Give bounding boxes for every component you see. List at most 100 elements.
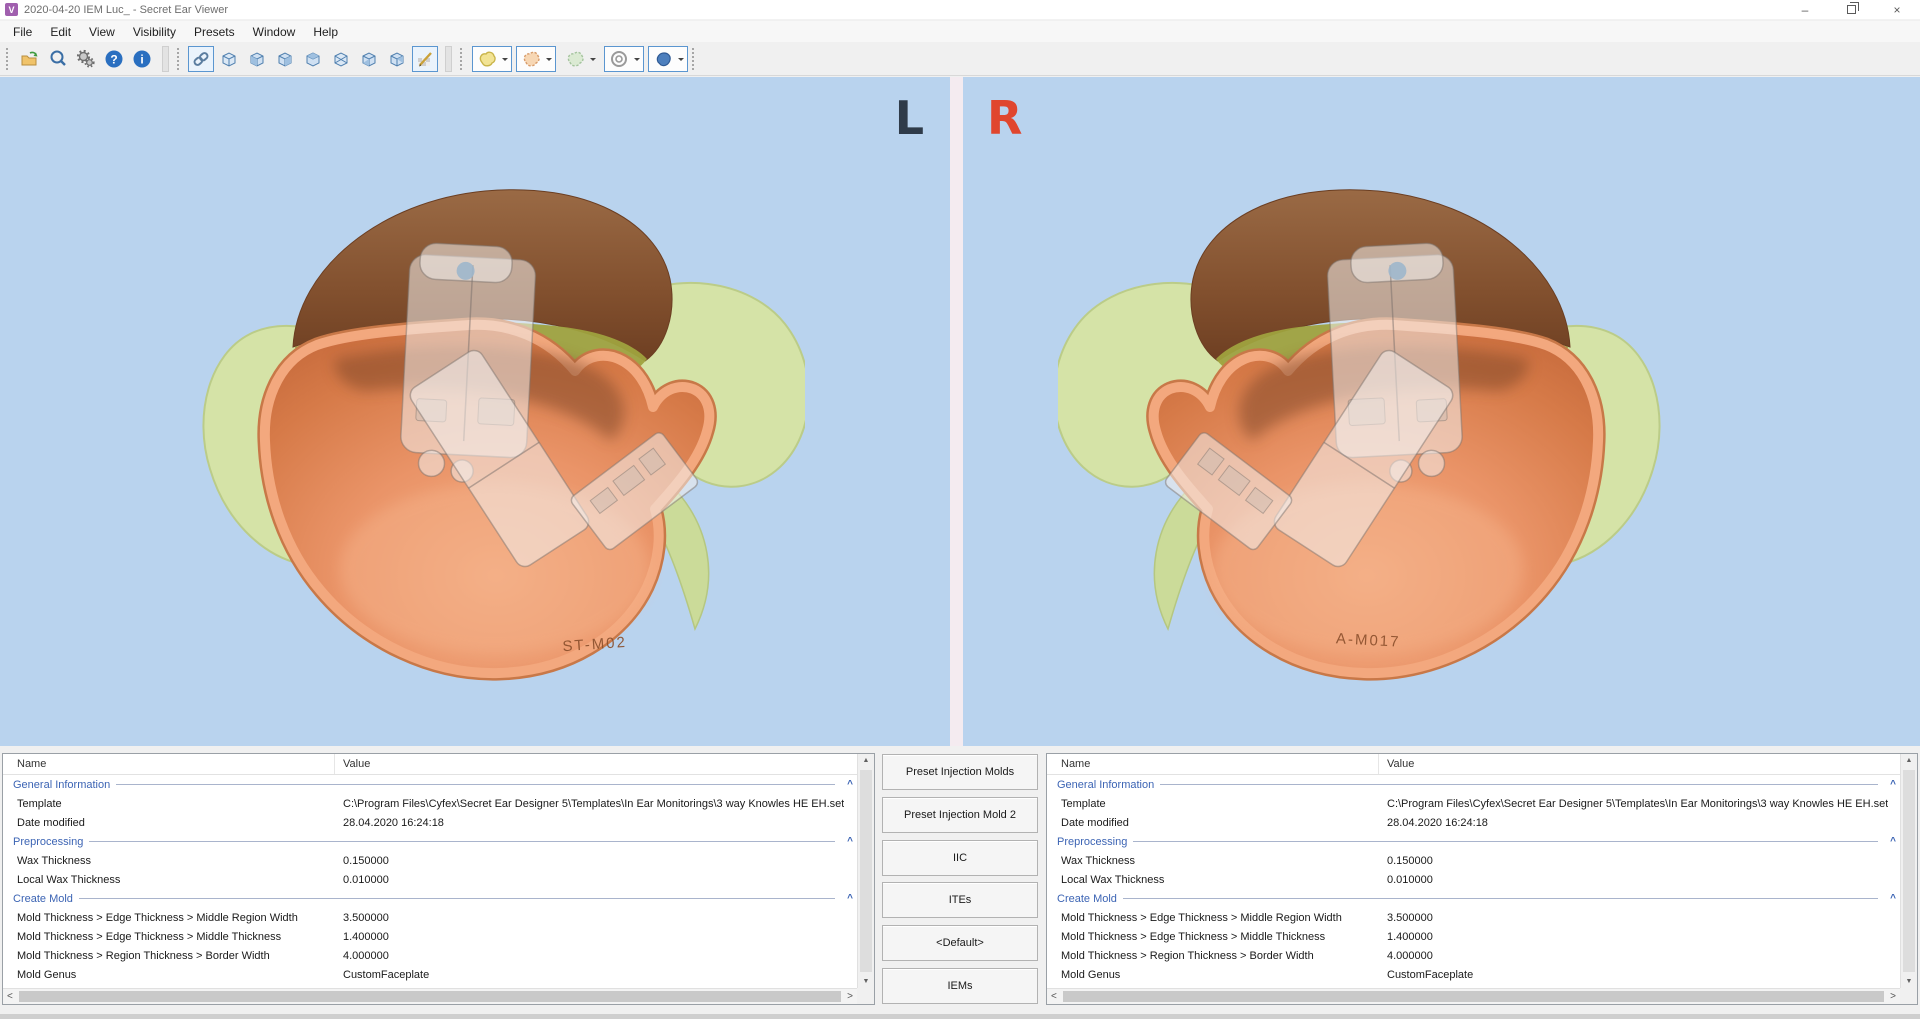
preset-button-preset-injection-mold-2[interactable]: Preset Injection Mold 2 [882, 797, 1038, 833]
property-row[interactable]: TemplateC:\Program Files\Cyfex\Secret Ea… [1047, 794, 1900, 813]
link-views-icon [191, 49, 211, 69]
app-icon: V [5, 3, 18, 16]
view-cube-button-5[interactable] [328, 46, 354, 72]
section-row[interactable]: Preprocessing^ [3, 832, 857, 851]
section-row[interactable]: Create Mold^ [1047, 889, 1900, 908]
property-row[interactable]: Local Wax Thickness0.010000 [3, 870, 857, 889]
scroll-down-icon[interactable]: ▼ [1906, 978, 1913, 985]
settings-button[interactable] [73, 46, 99, 72]
open-project-button[interactable] [17, 46, 43, 72]
property-row[interactable]: Wax Thickness0.150000 [3, 851, 857, 870]
preset-button-preset-injection-molds[interactable]: Preset Injection Molds [882, 754, 1038, 790]
horizontal-scrollbar[interactable]: <> [3, 988, 857, 1004]
preset-button-iic[interactable]: IIC [882, 840, 1038, 876]
section-row[interactable]: Create Mold^ [3, 889, 857, 908]
preset-button-iems[interactable]: IEMs [882, 968, 1038, 1004]
horizontal-scroll-thumb[interactable] [1063, 991, 1884, 1002]
wax-layer-toggle[interactable] [560, 46, 600, 72]
measure-grid-button[interactable] [412, 46, 438, 72]
info-button[interactable]: i [129, 46, 155, 72]
collapse-caret-icon[interactable]: ^ [1886, 779, 1900, 790]
menu-item-presets[interactable]: Presets [185, 23, 244, 41]
property-row[interactable]: TemplateC:\Program Files\Cyfex\Secret Ea… [3, 794, 857, 813]
toolbar-grip[interactable] [692, 48, 698, 70]
3d-viewport-left[interactable]: L ST-M02 [0, 77, 950, 746]
view-cube-button-2[interactable] [244, 46, 270, 72]
impression-layer-toggle[interactable] [472, 46, 512, 72]
scroll-left-icon[interactable]: < [1051, 991, 1057, 1002]
electronics-layer-toggle[interactable] [648, 46, 688, 72]
view-cube-button-1[interactable] [216, 46, 242, 72]
property-name: Date modified [3, 817, 335, 829]
property-row[interactable]: Wax Thickness0.150000 [1047, 851, 1900, 870]
electronics-layer-icon [652, 49, 674, 69]
link-views-button[interactable] [188, 46, 214, 72]
minimize-button[interactable]: – [1782, 0, 1828, 19]
vertical-scroll-thumb[interactable] [1903, 770, 1915, 972]
menu-item-visibility[interactable]: Visibility [124, 23, 185, 41]
view-cube-button-4[interactable] [300, 46, 326, 72]
property-row[interactable]: Mold Thickness > Edge Thickness > Middle… [1047, 908, 1900, 927]
shell-layer-toggle[interactable] [516, 46, 556, 72]
column-header-value[interactable]: Value [335, 758, 370, 770]
scroll-up-icon[interactable]: ▲ [863, 757, 870, 764]
collapse-caret-icon[interactable]: ^ [843, 893, 857, 904]
menu-item-view[interactable]: View [80, 23, 124, 41]
property-row[interactable]: Mold Thickness > Region Thickness > Bord… [3, 946, 857, 965]
vent-layer-toggle[interactable] [604, 46, 644, 72]
horizontal-scroll-thumb[interactable] [19, 991, 841, 1002]
scroll-left-icon[interactable]: < [7, 991, 13, 1002]
toolbar-grip[interactable] [177, 48, 183, 70]
column-header-name[interactable]: Name [3, 754, 335, 774]
menu-item-help[interactable]: Help [304, 23, 347, 41]
column-header-name[interactable]: Name [1047, 754, 1379, 774]
view-cube-button-7[interactable] [384, 46, 410, 72]
collapse-caret-icon[interactable]: ^ [1886, 836, 1900, 847]
property-name: Wax Thickness [3, 855, 335, 867]
scroll-down-icon[interactable]: ▼ [863, 978, 870, 985]
toolbar-grip[interactable] [6, 48, 12, 70]
property-row[interactable]: Mold Thickness > Edge Thickness > Middle… [3, 927, 857, 946]
section-row[interactable]: General Information^ [3, 775, 857, 794]
menu-item-edit[interactable]: Edit [41, 23, 80, 41]
vent-layer-icon [608, 49, 630, 69]
horizontal-scrollbar[interactable]: <> [1047, 988, 1900, 1004]
property-row[interactable]: Local Wax Thickness0.010000 [1047, 870, 1900, 889]
collapse-caret-icon[interactable]: ^ [843, 779, 857, 790]
property-row[interactable]: Mold Thickness > Region Thickness > Bord… [1047, 946, 1900, 965]
property-row[interactable]: Mold Thickness > Edge Thickness > Middle… [3, 908, 857, 927]
right-property-table: NameValue General Information^TemplateC:\… [1046, 753, 1918, 1005]
zoom-button[interactable] [45, 46, 71, 72]
preset-button-default[interactable]: <Default> [882, 925, 1038, 961]
maximize-button[interactable] [1828, 0, 1874, 19]
menu-item-file[interactable]: File [4, 23, 41, 41]
vertical-scroll-thumb[interactable] [860, 770, 872, 972]
close-button[interactable]: × [1874, 0, 1920, 19]
collapse-caret-icon[interactable]: ^ [843, 836, 857, 847]
collapse-caret-icon[interactable]: ^ [1886, 893, 1900, 904]
preset-button-ites[interactable]: ITEs [882, 882, 1038, 918]
vertical-scrollbar[interactable]: ▲▼ [1900, 754, 1917, 988]
scroll-right-icon[interactable]: > [847, 991, 853, 1002]
column-header-value[interactable]: Value [1379, 758, 1414, 770]
scroll-right-icon[interactable]: > [1890, 991, 1896, 1002]
menu-item-window[interactable]: Window [244, 23, 305, 41]
help-button[interactable]: ? [101, 46, 127, 72]
section-row[interactable]: Preprocessing^ [1047, 832, 1900, 851]
property-row[interactable]: Date modified28.04.2020 16:24:18 [1047, 813, 1900, 832]
vertical-scrollbar[interactable]: ▲▼ [857, 754, 874, 988]
view-cube-button-6[interactable] [356, 46, 382, 72]
scroll-up-icon[interactable]: ▲ [1906, 757, 1913, 764]
view-cube-button-3[interactable] [272, 46, 298, 72]
property-row[interactable]: Mold GenusCustomFaceplate [3, 965, 857, 984]
toolbar-grip[interactable] [460, 48, 466, 70]
view-cube-icon-1 [219, 49, 239, 69]
viewport-divider[interactable] [950, 77, 963, 746]
property-row[interactable]: Mold GenusCustomFaceplate [1047, 965, 1900, 984]
property-value: 0.150000 [1379, 855, 1433, 867]
section-row[interactable]: General Information^ [1047, 775, 1900, 794]
property-row[interactable]: Mold Thickness > Edge Thickness > Middle… [1047, 927, 1900, 946]
window-title: 2020-04-20 IEM Luc_ - Secret Ear Viewer [24, 4, 228, 16]
property-row[interactable]: Date modified28.04.2020 16:24:18 [3, 813, 857, 832]
3d-viewport-right[interactable]: R A-M017 [963, 77, 1920, 746]
